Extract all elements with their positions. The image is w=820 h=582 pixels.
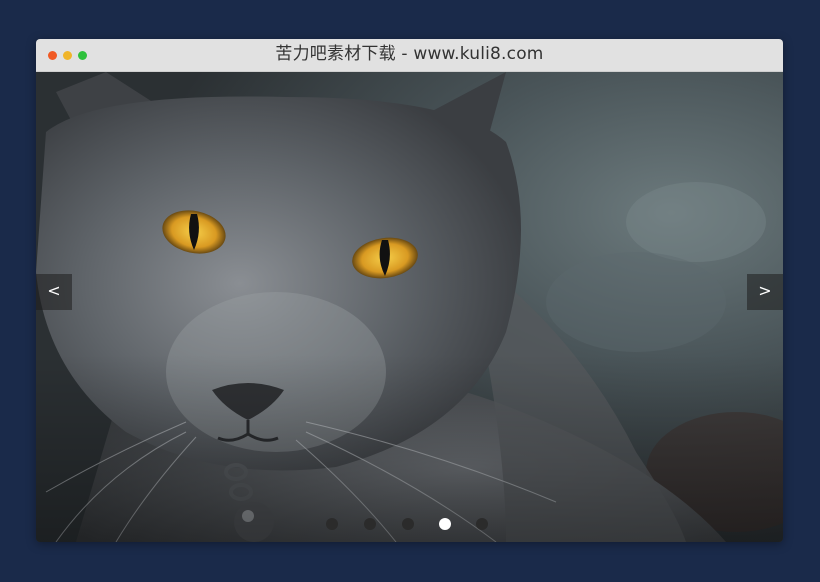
title-bar: 苦力吧素材下载 - www.kuli8.com xyxy=(36,39,783,72)
next-slide-button[interactable]: > xyxy=(747,274,783,310)
image-slider: < > xyxy=(36,72,783,542)
prev-slide-button[interactable]: < xyxy=(36,274,72,310)
window-title: 苦力吧素材下载 - www.kuli8.com xyxy=(275,44,544,64)
pagination-dot-1[interactable] xyxy=(326,518,338,530)
slide-pagination xyxy=(326,516,506,532)
slide-image-cat xyxy=(36,72,783,542)
browser-window: 苦力吧素材下载 - www.kuli8.com < > xyxy=(36,39,783,542)
pagination-dot-4[interactable] xyxy=(439,518,451,530)
pagination-dot-5[interactable] xyxy=(476,518,488,530)
pagination-dot-2[interactable] xyxy=(364,518,376,530)
pagination-dot-3[interactable] xyxy=(402,518,414,530)
